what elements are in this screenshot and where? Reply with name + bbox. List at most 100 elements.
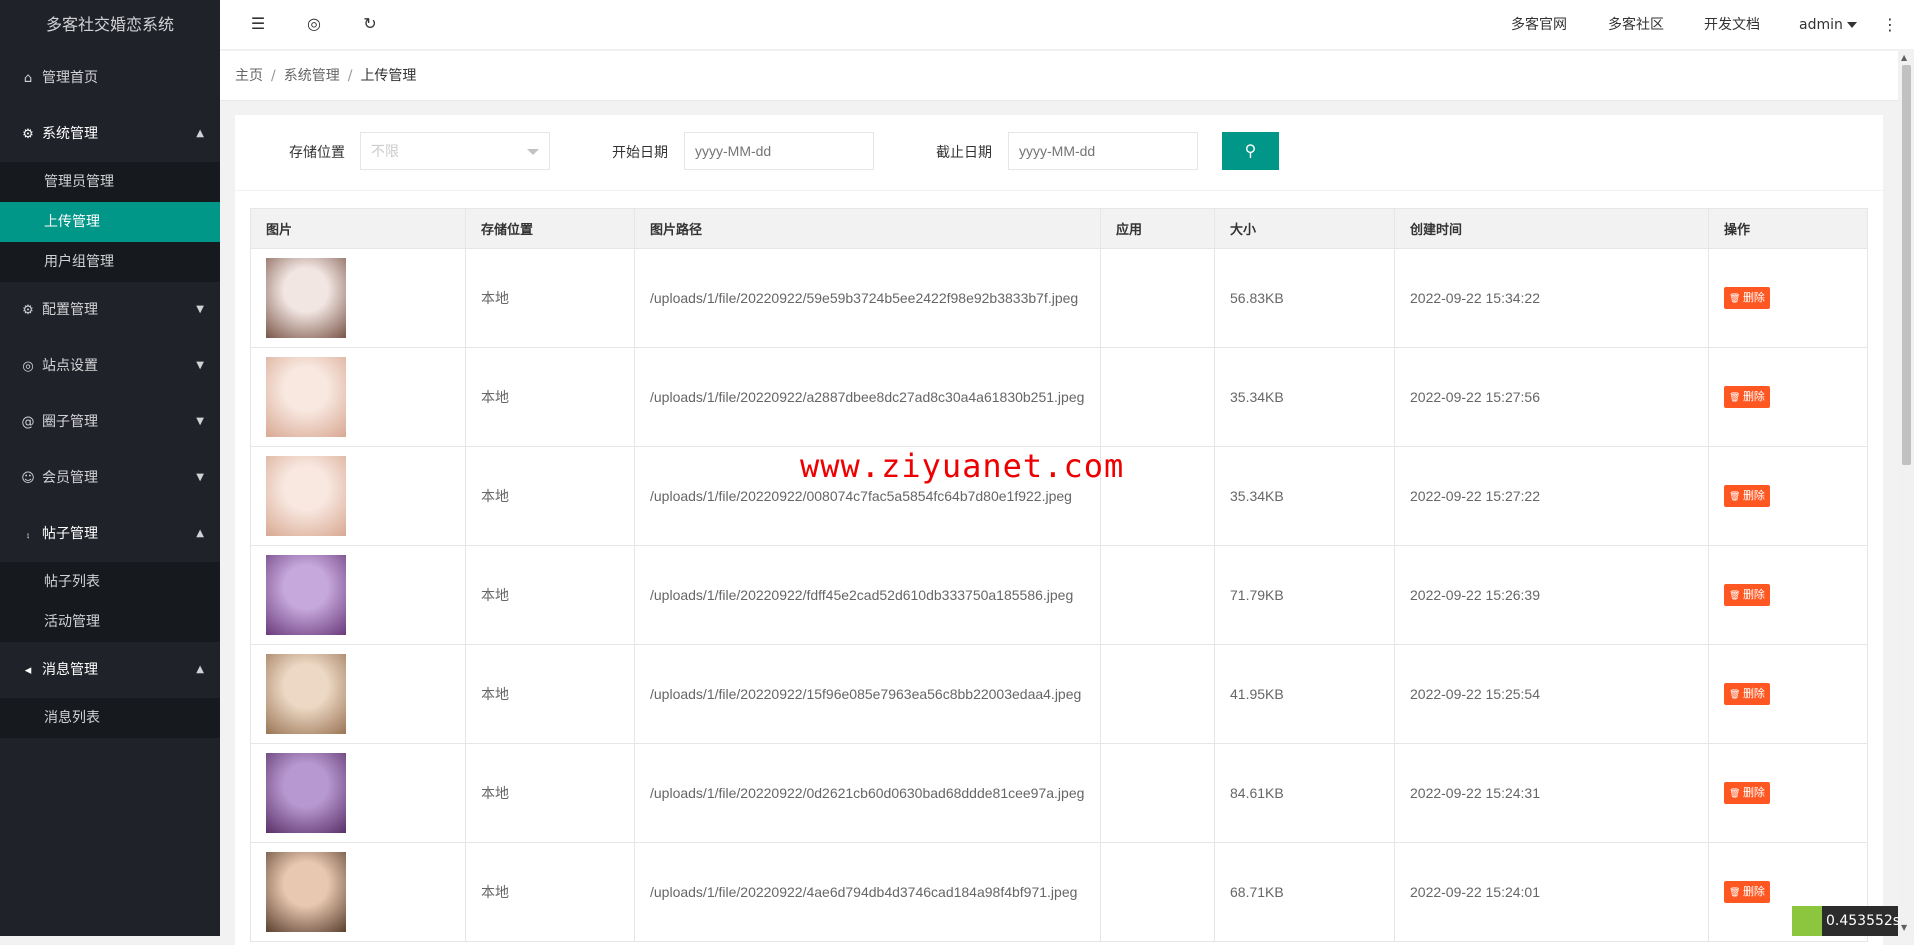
column-header: 操作 xyxy=(1708,208,1868,249)
storage-select[interactable]: 不限 xyxy=(360,132,550,170)
column-header: 图片路径 xyxy=(634,208,1101,249)
delete-button[interactable]: 🗑 删除 xyxy=(1724,782,1770,804)
thumbnail-image[interactable] xyxy=(266,456,346,536)
header-link-docs[interactable]: 开发文档 xyxy=(1704,0,1760,50)
cell-created: 2022-09-22 15:25:54 xyxy=(1394,644,1709,744)
trash-icon: 🗑 xyxy=(1729,590,1743,600)
header-link-official-site[interactable]: 多客官网 xyxy=(1511,0,1567,50)
breadcrumb-bar: 主页 / 系统管理 / 上传管理 xyxy=(220,51,1898,101)
end-date-input[interactable] xyxy=(1008,132,1198,170)
delete-label: 删除 xyxy=(1742,391,1765,403)
chevron-down-icon: ▼ xyxy=(196,360,204,371)
start-date-input[interactable] xyxy=(684,132,874,170)
sidebar-item-5[interactable]: ☺ 会员管理 ▼ xyxy=(0,450,220,506)
scrollbar-thumb[interactable] xyxy=(1902,65,1911,465)
timer-logo-icon xyxy=(1792,906,1822,936)
thumbnail-image[interactable] xyxy=(266,852,346,932)
thumbnail-image[interactable] xyxy=(266,357,346,437)
cell-image xyxy=(250,842,466,942)
search-button[interactable]: ⚲ xyxy=(1222,132,1279,170)
column-header: 图片 xyxy=(250,208,466,249)
scroll-down-icon[interactable]: ▼ xyxy=(1901,923,1907,932)
sidebar-item-label: 会员管理 xyxy=(42,470,98,486)
delete-button[interactable]: 🗑 删除 xyxy=(1724,584,1770,606)
user-icon: ☺ xyxy=(21,471,35,486)
sidebar-subitem[interactable]: 管理员管理 xyxy=(0,162,220,202)
cell-size: 35.34KB xyxy=(1214,446,1395,546)
palette-icon: ◎ xyxy=(22,359,34,374)
breadcrumb-current: 上传管理 xyxy=(360,68,417,84)
cell-image xyxy=(250,743,466,843)
chevron-down-icon: ▼ xyxy=(196,416,204,427)
cell-image xyxy=(250,248,466,348)
breadcrumb-home[interactable]: 主页 xyxy=(235,68,263,84)
chevron-up-icon: ▲ xyxy=(196,128,204,139)
sidebar-subitem[interactable]: 帖子列表 xyxy=(0,562,220,602)
sidebar-item-label: 圈子管理 xyxy=(42,414,98,430)
cell-actions: 🗑 删除 xyxy=(1708,644,1868,744)
scroll-up-icon[interactable]: ▲ xyxy=(1901,53,1907,62)
cell-size: 41.95KB xyxy=(1214,644,1395,744)
timer-value: 0.453552s xyxy=(1826,913,1901,929)
user-menu[interactable]: admin xyxy=(1799,0,1857,50)
home-icon: ⌂ xyxy=(23,71,33,86)
cell-path: /uploads/1/file/20220922/0d2621cb60d0630… xyxy=(634,743,1101,843)
user-name: admin xyxy=(1799,17,1843,33)
thumbnail-image[interactable] xyxy=(266,555,346,635)
thumbnail-image[interactable] xyxy=(266,654,346,734)
sidebar-item-label: 站点设置 xyxy=(42,358,98,374)
delete-label: 删除 xyxy=(1742,292,1765,304)
delete-button[interactable]: 🗑 删除 xyxy=(1724,386,1770,408)
table-header-row: 图片 存储位置 图片路径 应用 大小 创建时间 操作 xyxy=(250,208,1868,249)
sidebar-subitem[interactable]: 用户组管理 xyxy=(0,242,220,282)
cell-created: 2022-09-22 15:26:39 xyxy=(1394,545,1709,645)
cell-created: 2022-09-22 15:27:56 xyxy=(1394,347,1709,447)
at-icon: @ xyxy=(21,415,35,430)
sidebar-nav: ⌂ 管理首页 ⚙ 系统管理 ▲ 管理员管理 上传管理 用户组管理 ⚙ 配置管理 ▼ ◎ 站点设置 ▼ @ 圈子… xyxy=(0,50,220,738)
column-header: 应用 xyxy=(1100,208,1215,249)
sidebar-item-1[interactable]: ⚙ 系统管理 ▲ xyxy=(0,106,220,162)
thumbnail-image[interactable] xyxy=(266,258,346,338)
menu-toggle-icon[interactable]: ☰ xyxy=(248,14,268,34)
content-card: 存储位置 不限 开始日期 截止日期 ⚲ 图片存储位置图片路径应用大小创建时间操作… xyxy=(235,115,1883,945)
sidebar: 多客社交婚恋系统 ⌂ 管理首页 ⚙ 系统管理 ▲ 管理员管理 上传管理 用户组管理 ⚙ 配置管理 ▼… xyxy=(0,0,220,936)
end-date-label: 截止日期 xyxy=(936,145,992,161)
globe-icon[interactable]: ◎ xyxy=(304,14,324,34)
cell-path: /uploads/1/file/20220922/15f96e085e7963e… xyxy=(634,644,1101,744)
delete-label: 删除 xyxy=(1742,787,1765,799)
cell-image xyxy=(250,347,466,447)
trash-icon: 🗑 xyxy=(1729,293,1743,303)
delete-button[interactable]: 🗑 删除 xyxy=(1724,287,1770,309)
sidebar-item-7[interactable]: ◂ 消息管理 ▲ xyxy=(0,642,220,698)
sidebar-item-2[interactable]: ⚙ 配置管理 ▼ xyxy=(0,282,220,338)
cell-path: /uploads/1/file/20220922/4ae6d794db4d374… xyxy=(634,842,1101,942)
sidebar-item-6[interactable]: ⨾ 帖子管理 ▲ xyxy=(0,506,220,562)
delete-button[interactable]: 🗑 删除 xyxy=(1724,683,1770,705)
cell-storage: 本地 xyxy=(465,446,635,546)
column-header: 存储位置 xyxy=(465,208,635,249)
header-link-community[interactable]: 多客社区 xyxy=(1608,0,1664,50)
thumbnail-image[interactable] xyxy=(266,753,346,833)
refresh-icon[interactable]: ↻ xyxy=(360,14,380,34)
more-menu-icon[interactable]: ⋮ xyxy=(1882,0,1898,50)
sidebar-subitem[interactable]: 消息列表 xyxy=(0,698,220,738)
delete-button[interactable]: 🗑 删除 xyxy=(1724,485,1770,507)
breadcrumb-system[interactable]: 系统管理 xyxy=(284,68,340,84)
sidebar-item-3[interactable]: ◎ 站点设置 ▼ xyxy=(0,338,220,394)
page-scrollbar[interactable]: ▲ ▼ xyxy=(1898,51,1914,936)
delete-button[interactable]: 🗑 删除 xyxy=(1724,881,1770,903)
trash-icon: 🗑 xyxy=(1729,491,1743,501)
sidebar-item-0[interactable]: ⌂ 管理首页 xyxy=(0,50,220,106)
delete-label: 删除 xyxy=(1742,490,1765,502)
gear-icon: ⚙ xyxy=(22,303,34,318)
filter-bar: 存储位置 不限 开始日期 截止日期 ⚲ xyxy=(235,115,1883,191)
trash-icon: 🗑 xyxy=(1729,689,1743,699)
sidebar-item-label: 帖子管理 xyxy=(42,526,98,542)
sidebar-item-4[interactable]: @ 圈子管理 ▼ xyxy=(0,394,220,450)
upload-table: 图片 存储位置 图片路径 应用 大小 创建时间 操作 本地/uploads/1/file/2… xyxy=(250,208,1868,942)
sidebar-subitem[interactable]: 活动管理 xyxy=(0,602,220,642)
sidebar-subitem[interactable]: 上传管理 xyxy=(0,202,220,242)
table-row: 本地/uploads/1/file/20220922/15f96e085e796… xyxy=(250,644,1868,744)
cell-size: 84.61KB xyxy=(1214,743,1395,843)
storage-select-value: 不限 xyxy=(371,143,399,159)
